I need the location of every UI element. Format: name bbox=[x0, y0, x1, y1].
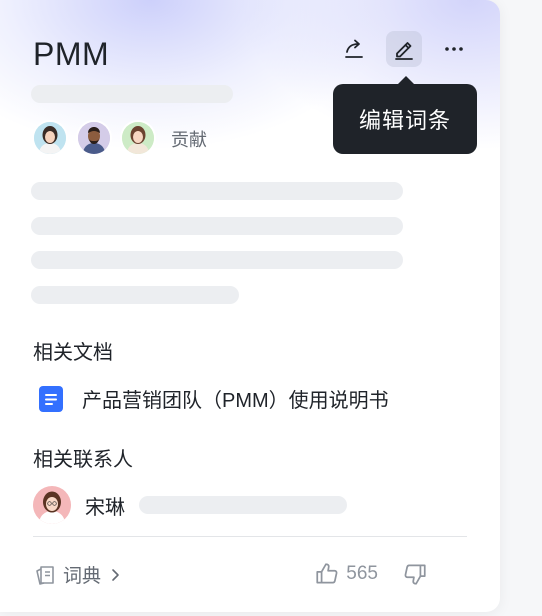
content-placeholder bbox=[31, 286, 239, 304]
content-placeholder bbox=[31, 217, 403, 235]
more-button[interactable] bbox=[436, 31, 472, 67]
avatar-man-icon bbox=[78, 122, 110, 154]
related-doc-title: 产品营销团队（PMM）使用说明书 bbox=[82, 390, 389, 412]
more-icon bbox=[445, 47, 463, 51]
related-docs-heading: 相关文档 bbox=[33, 342, 113, 364]
dictionary-icon bbox=[36, 565, 54, 585]
contributors-label: 贡献 bbox=[171, 130, 207, 150]
related-doc-item[interactable]: 产品营销团队（PMM）使用说明书 bbox=[38, 384, 389, 413]
related-contact-item[interactable]: 宋琳 bbox=[33, 486, 347, 524]
avatar-woman-icon bbox=[122, 122, 154, 154]
like-count: 565 bbox=[346, 563, 378, 584]
share-button[interactable] bbox=[336, 31, 372, 67]
contact-name: 宋琳 bbox=[85, 496, 125, 519]
dislike-button[interactable] bbox=[402, 561, 428, 587]
entry-title: PMM bbox=[33, 36, 110, 72]
thumbs-up-icon bbox=[316, 563, 338, 584]
contact-avatar bbox=[33, 486, 71, 524]
share-icon bbox=[345, 39, 363, 58]
contributor-avatar[interactable] bbox=[32, 120, 68, 156]
avatar-woman-icon bbox=[34, 122, 66, 154]
subtitle-placeholder bbox=[31, 85, 233, 103]
avatar-woman-icon bbox=[33, 486, 71, 524]
glossary-card: PMM 贡献 相关文档 产品营销团队（PMM）使用说明书 相关联系人 宋琳 词典… bbox=[0, 0, 500, 612]
dictionary-link[interactable]: 词典 bbox=[33, 561, 123, 588]
contributor-avatar[interactable] bbox=[120, 120, 156, 156]
contributor-avatar[interactable] bbox=[76, 120, 112, 156]
like-button[interactable]: 565 bbox=[314, 561, 378, 587]
thumbs-down-icon bbox=[404, 564, 426, 585]
chevron-right-icon bbox=[112, 568, 119, 581]
related-contacts-heading: 相关联系人 bbox=[33, 449, 133, 471]
document-icon bbox=[39, 385, 63, 412]
edit-tooltip: 编辑词条 bbox=[333, 76, 477, 154]
footer-divider bbox=[33, 536, 467, 537]
dictionary-label: 词典 bbox=[63, 566, 102, 587]
content-placeholder bbox=[31, 182, 403, 200]
edit-button[interactable] bbox=[386, 31, 422, 67]
content-placeholder bbox=[31, 251, 403, 269]
edit-icon bbox=[395, 42, 413, 60]
feedback-area: 565 bbox=[314, 561, 428, 587]
contact-info-placeholder bbox=[139, 496, 347, 514]
